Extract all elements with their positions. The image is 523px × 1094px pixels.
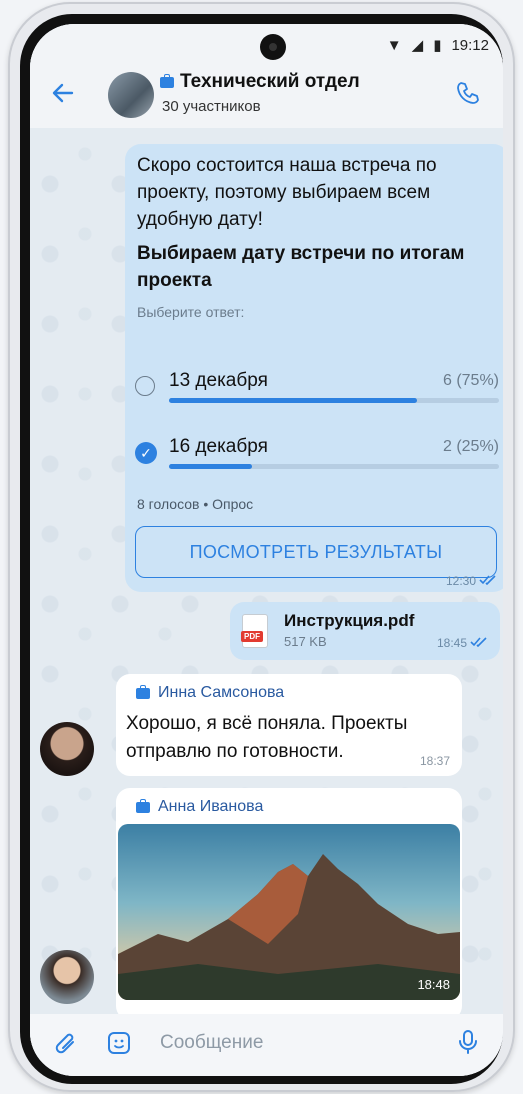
poll-option[interactable]: 13 декабря 6 (75%) [135,368,499,414]
work-bag-icon [136,684,150,699]
poll-meta: 8 голосов • Опрос [137,496,254,512]
poll-progress-fill [169,398,417,403]
checkmark-icon[interactable]: ✓ [135,442,157,464]
view-results-button[interactable]: ПОСМОТРЕТЬ РЕЗУЛЬТАТЫ [135,526,497,578]
poll-progress-fill [169,464,252,469]
microphone-icon[interactable] [457,1028,479,1061]
poll-option-result: 6 (75%) [442,372,499,389]
author-name: Инна Самсонова [158,684,285,701]
work-bag-icon [160,73,174,88]
sticker-icon[interactable] [106,1030,132,1061]
screen: ▼ ◢ ▮ 19:12 Технический отдел 30 участни… [30,24,503,1076]
poll-option[interactable]: ✓ 16 декабря 2 (25%) [135,434,499,480]
poll-option-result: 2 (25%) [442,438,499,455]
attach-icon[interactable] [54,1030,80,1063]
chat-subtitle: 30 участников [162,98,261,115]
message-composer: Сообщение [30,1014,503,1076]
mountain-image [118,854,460,1000]
photo-time: 18:48 [417,977,450,992]
message-time: 18:37 [419,754,450,768]
chat-title[interactable]: Технический отдел [160,71,360,93]
chat-title-text: Технический отдел [180,71,360,92]
file-time-text: 18:45 [436,636,467,650]
status-bar: ▼ ◢ ▮ 19:12 [30,24,503,66]
pdf-file-icon: PDF [241,614,268,648]
status-time: 19:12 [451,36,489,54]
chat-header: Технический отдел 30 участников [30,66,503,128]
avatar[interactable] [40,722,94,776]
author-name: Анна Иванова [158,798,264,815]
incoming-message: Инна Самсонова Хорошо, я всё поняла. Про… [116,674,462,776]
signal-icon: ◢ [411,37,424,54]
front-camera [260,34,286,60]
poll-hint: Выберите ответ: [137,304,245,320]
message-author[interactable]: Инна Самсонова [136,684,284,702]
call-icon[interactable] [455,80,481,111]
battery-icon: ▮ [433,37,442,54]
poll-message: Скоро состоится наша встреча по проекту,… [125,144,503,592]
poll-option-label: 13 декабря [169,370,268,391]
file-message[interactable]: PDF Инструкция.pdf 517 KB 18:45 [230,602,500,660]
message-author[interactable]: Анна Иванова [136,798,263,816]
file-name: Инструкция.pdf [284,611,415,630]
file-size: 517 KB [284,634,327,649]
poll-intro-text: Скоро состоится наша встреча по проекту,… [137,155,437,230]
work-bag-icon [136,798,150,813]
radio-unchecked-icon[interactable] [135,376,155,396]
message-text: Хорошо, я всё поняла. Проекты отправлю п… [126,713,408,762]
message-input[interactable]: Сообщение [160,1032,263,1054]
pdf-badge: PDF [241,631,263,642]
photo-image[interactable]: 18:48 [118,824,460,1000]
double-check-icon [470,636,488,650]
back-arrow-icon[interactable] [50,80,76,113]
photo-message: Анна Иванова 18:48 [116,788,462,1020]
avatar[interactable] [40,950,94,1004]
poll-progress-track [169,398,499,403]
message-time: 18:45 [437,636,488,650]
wifi-icon: ▼ [386,36,402,54]
poll-time-text: 12:30 [445,574,476,588]
poll-option-label: 16 декабря [169,436,268,457]
poll-progress-track [169,464,499,469]
double-check-icon [479,574,497,588]
group-avatar[interactable] [108,72,154,118]
status-icons: ▼ ◢ ▮ 19:12 [386,36,489,55]
poll-question: Выбираем дату встречи по итогам проекта [137,243,465,291]
message-time: 12:30 [446,574,497,588]
